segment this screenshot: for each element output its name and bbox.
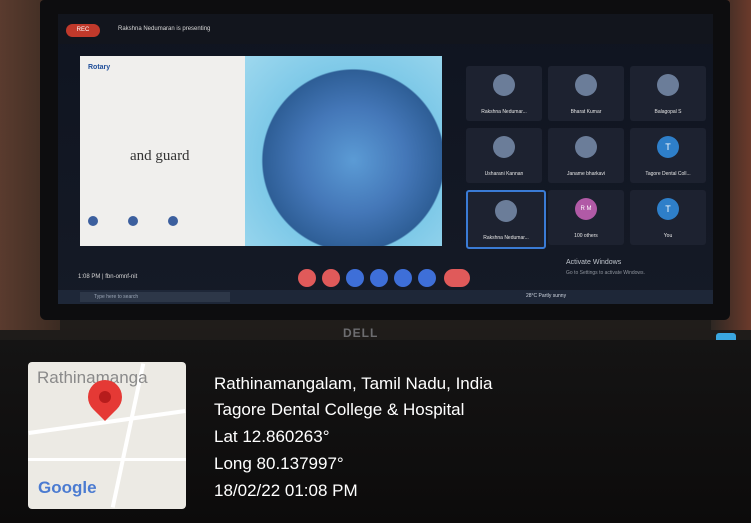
photo: REC Rakshna Nedumaran is presenting Rota… [0, 0, 751, 523]
location-line1: Rathinamangalam, Tamil Nadu, India [214, 374, 493, 393]
taskbar-weather: 28°C Partly sunny [526, 293, 567, 299]
participant-name: You [663, 233, 673, 239]
laptop-screen: REC Rakshna Nedumaran is presenting Rota… [58, 14, 713, 304]
timestamp: 18/02/22 01:08 PM [214, 481, 358, 500]
shared-slide: Rotary and guard [80, 56, 442, 246]
participant-name: Usharani Kannan [484, 171, 524, 177]
taskbar-search-input[interactable]: Type here to search [80, 292, 230, 302]
participant-tile[interactable]: Janame bharkavi [548, 128, 624, 183]
participant-name: Balagopal S [654, 109, 682, 115]
avatar [657, 74, 679, 96]
sponsor-logo [88, 216, 98, 226]
participant-name: Bharat Kumar [570, 109, 602, 115]
meeting-time: 1:08 PM | fbn-omnf-nit [78, 274, 138, 280]
windows-taskbar: Type here to search 28°C Partly sunny [58, 290, 713, 304]
camera-button[interactable] [322, 269, 340, 287]
avatar [575, 74, 597, 96]
rotary-logo: Rotary [88, 64, 111, 71]
participant-tile[interactable]: T You [630, 190, 706, 245]
participant-tile[interactable]: T Tagore Dental Coll... [630, 128, 706, 183]
dell-logo: DELL [343, 326, 379, 340]
participant-name: 100 others [574, 233, 598, 239]
participant-name: Rakshna Nedumar... [481, 109, 527, 115]
raise-hand-button[interactable] [370, 269, 388, 287]
avatar [575, 136, 597, 158]
mic-button[interactable] [298, 269, 316, 287]
sponsor-logo [168, 216, 178, 226]
map-thumbnail: Rathinamanga Google [28, 362, 186, 509]
participant-tile[interactable]: R M 100 others [548, 190, 624, 245]
avatar [495, 200, 517, 222]
participant-tile[interactable]: Rakshna Nedumar... [466, 66, 542, 121]
more-options-button[interactable] [418, 269, 436, 287]
present-button[interactable] [394, 269, 412, 287]
captions-button[interactable] [346, 269, 364, 287]
avatar [493, 136, 515, 158]
presenting-text: Rakshna Nedumaran is presenting [118, 26, 211, 32]
participant-name: Tagore Dental Coll... [645, 171, 691, 177]
activate-windows: Activate Windows [566, 259, 622, 266]
participant-tile-active[interactable]: Rakshna Nedumar... [466, 190, 546, 249]
slide-text: and guard [130, 148, 190, 164]
google-logo: Google [38, 478, 97, 497]
avatar: T [657, 198, 679, 220]
latitude: Lat 12.860263° [214, 427, 330, 446]
sponsor-logos [88, 216, 238, 240]
end-call-button[interactable] [444, 269, 470, 287]
slide-illustration [245, 56, 442, 246]
map-pin-dot [99, 391, 111, 403]
participant-tile[interactable]: Bharat Kumar [548, 66, 624, 121]
avatar: T [657, 136, 679, 158]
avatar [493, 74, 515, 96]
meeting-topbar: REC Rakshna Nedumaran is presenting [58, 14, 713, 44]
map-road [28, 458, 186, 461]
longitude: Long 80.137997° [214, 454, 344, 473]
participant-name: Rakshna Nedumar... [483, 235, 529, 241]
meeting-controls: 1:08 PM | fbn-omnf-nit [58, 266, 713, 292]
location-line2: Tagore Dental College & Hospital [214, 400, 465, 419]
participant-name: Janame bharkavi [566, 171, 606, 177]
sponsor-logo [128, 216, 138, 226]
avatar: R M [575, 198, 597, 220]
participant-tile[interactable]: Balagopal S [630, 66, 706, 121]
participant-tile[interactable]: Usharani Kannan [466, 128, 542, 183]
rec-badge: REC [66, 24, 100, 37]
